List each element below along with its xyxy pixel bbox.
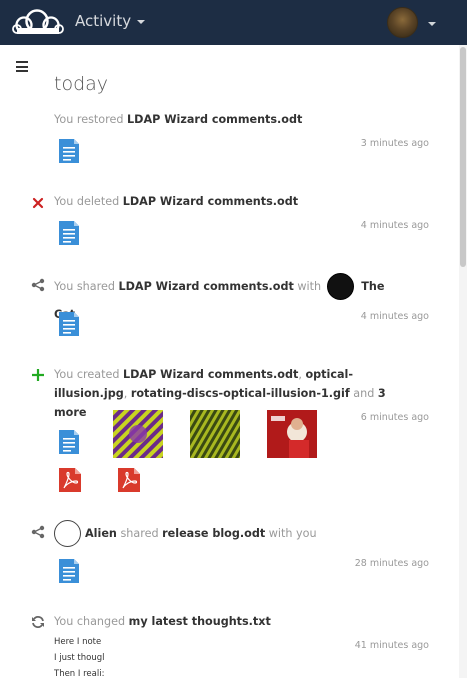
preview-line: Then I reali: xyxy=(54,669,105,678)
file-link[interactable]: release blog.odt xyxy=(162,527,265,540)
activity-text: and xyxy=(349,387,378,400)
activity-subject: You restored LDAP Wizard comments.odt xyxy=(54,110,409,129)
activity-text: with you xyxy=(265,527,317,540)
text-preview[interactable]: Here I note I just thougl Then I reali: xyxy=(54,634,106,678)
timestamp: 28 minutes ago xyxy=(354,558,429,569)
top-header: Activity xyxy=(0,0,467,45)
file-link[interactable]: LDAP Wizard comments.odt xyxy=(123,195,298,208)
activity-subject: You changed my latest thoughts.txt xyxy=(54,612,409,631)
activity-text: You deleted xyxy=(54,195,123,208)
image-thumbnail[interactable] xyxy=(267,410,317,458)
pdf-icon[interactable] xyxy=(58,467,82,493)
timestamp: 6 minutes ago xyxy=(360,412,429,423)
activity-subject: Alien shared release blog.odt with you xyxy=(54,519,409,548)
user-avatar[interactable] xyxy=(54,519,81,547)
file-link[interactable]: LDAP Wizard comments.odt xyxy=(119,280,294,293)
share-icon xyxy=(31,525,45,539)
user-menu-button[interactable] xyxy=(387,7,436,38)
scrollbar-thumb[interactable] xyxy=(460,47,466,267)
document-icon[interactable] xyxy=(58,138,80,164)
activity-text: You created xyxy=(54,368,124,381)
scrollbar[interactable] xyxy=(459,45,467,678)
menu-toggle-icon[interactable] xyxy=(16,61,28,72)
app-menu-label: Activity xyxy=(75,12,132,30)
file-link[interactable]: my latest thoughts.txt xyxy=(129,615,271,628)
user-avatar[interactable] xyxy=(326,272,354,300)
activity-text: with xyxy=(293,280,325,293)
chevron-down-icon xyxy=(137,20,146,24)
image-thumbnail[interactable] xyxy=(113,410,163,458)
activity-text: You shared xyxy=(54,280,119,293)
add-icon xyxy=(32,369,44,381)
separator: , xyxy=(123,387,128,400)
preview-line: I just thougl xyxy=(54,653,105,663)
timestamp: 3 minutes ago xyxy=(360,138,429,149)
document-icon[interactable] xyxy=(58,429,80,455)
delete-icon xyxy=(32,197,44,209)
document-icon[interactable] xyxy=(58,558,80,584)
image-thumbnail[interactable] xyxy=(190,410,240,458)
share-icon xyxy=(31,278,45,292)
file-link[interactable]: rotating-discs-optical-illusion-1.gif xyxy=(131,387,350,400)
user-link[interactable]: Alien xyxy=(85,527,117,540)
avatar xyxy=(387,7,418,38)
pdf-icon[interactable] xyxy=(117,467,141,493)
activity-subject: You deleted LDAP Wizard comments.odt xyxy=(54,192,409,211)
refresh-icon xyxy=(32,616,44,628)
timestamp: 4 minutes ago xyxy=(360,311,429,322)
timestamp: 4 minutes ago xyxy=(360,220,429,231)
file-link[interactable]: LDAP Wizard comments.odt xyxy=(123,368,298,381)
activity-text: You restored xyxy=(54,113,128,126)
chevron-down-icon xyxy=(428,21,436,26)
activity-text: You changed xyxy=(54,615,129,628)
section-title-today: today xyxy=(54,73,109,95)
activity-text: shared xyxy=(116,527,163,540)
owncloud-logo-icon[interactable] xyxy=(12,8,64,36)
preview-line: Here I note xyxy=(54,637,102,647)
file-link[interactable]: LDAP Wizard comments.odt xyxy=(127,113,302,126)
document-icon[interactable] xyxy=(58,220,80,246)
app-menu-button[interactable]: Activity xyxy=(75,12,146,30)
timestamp: 41 minutes ago xyxy=(354,640,429,651)
document-icon[interactable] xyxy=(58,311,80,337)
